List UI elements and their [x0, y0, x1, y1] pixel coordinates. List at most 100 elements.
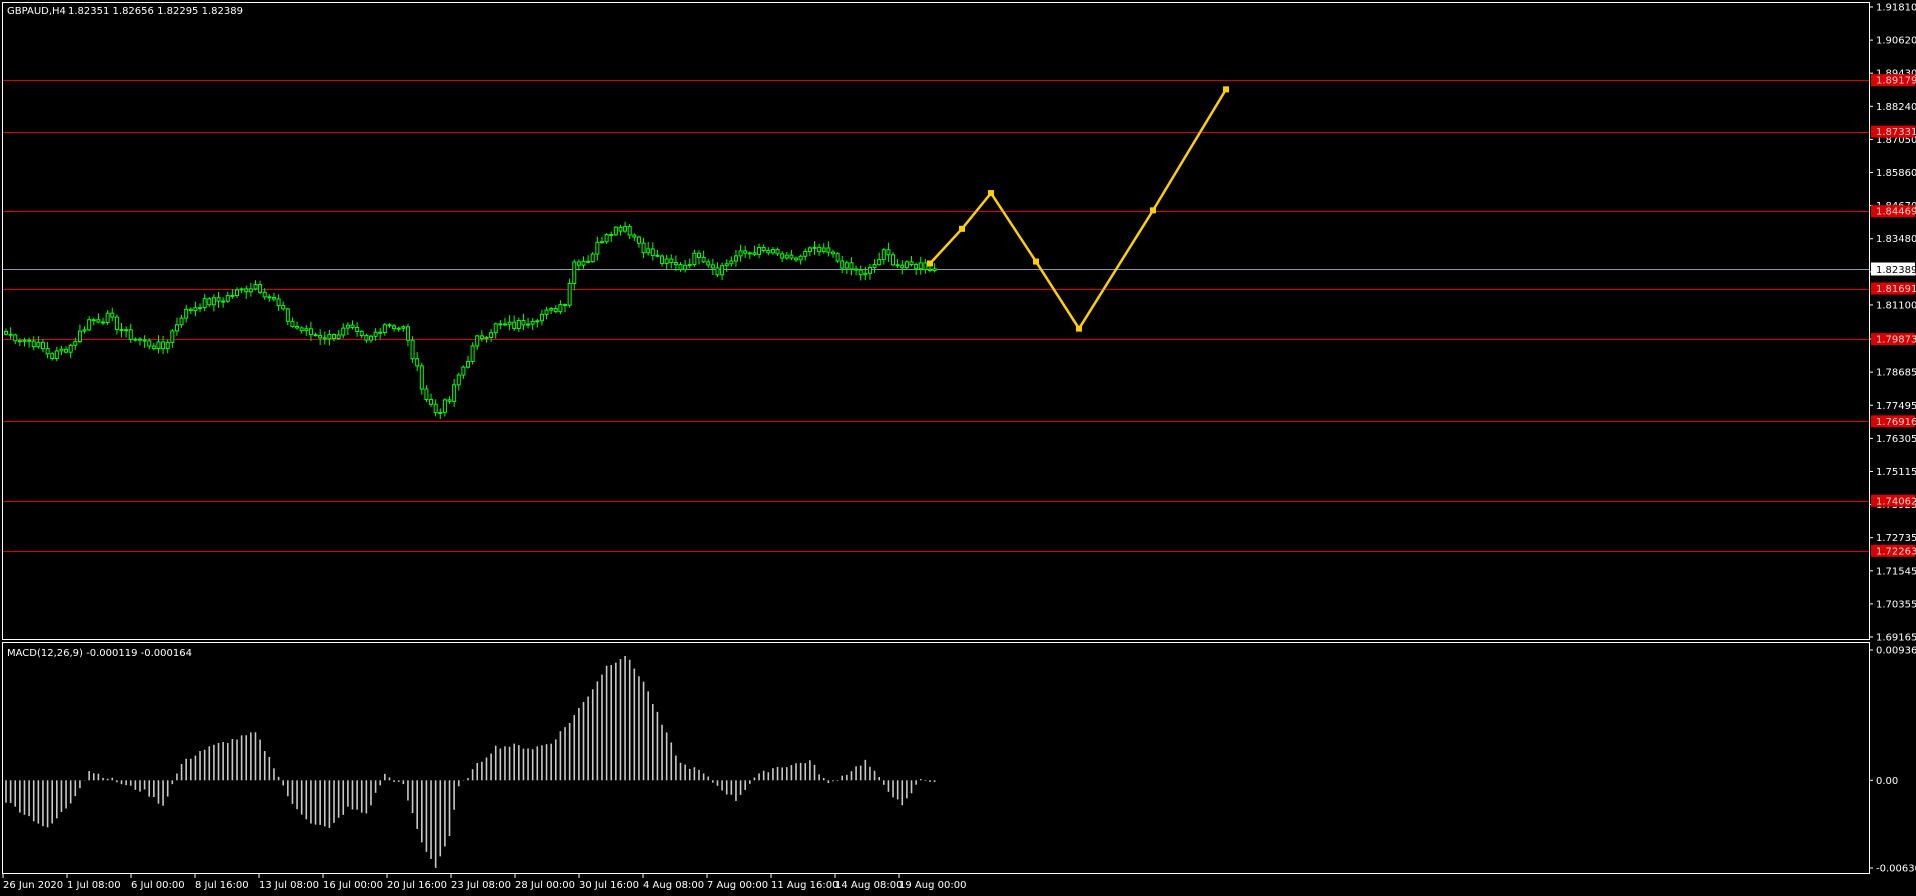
bear-candle-body — [119, 329, 124, 332]
forecast-point[interactable] — [1150, 207, 1156, 214]
price-tick-label: 1.78685 — [1876, 368, 1916, 379]
bull-candle-body — [729, 260, 734, 265]
forecast-point[interactable] — [927, 260, 933, 267]
bear-candle-body — [794, 257, 799, 261]
bear-candle-body — [281, 305, 286, 310]
bull-candle-body — [73, 341, 78, 346]
bull-candle-body — [133, 338, 138, 341]
bull-candle-body — [812, 246, 817, 249]
price-tick-label: 1.71545 — [1876, 566, 1916, 577]
bear-candle-body — [91, 319, 96, 322]
bear-candle-body — [364, 335, 369, 341]
bull-candle-body — [470, 345, 475, 362]
bear-candle-body — [271, 296, 276, 300]
bear-candle-body — [318, 334, 323, 339]
bull-candle-body — [558, 304, 563, 313]
level-price-tag-label: 1.72263 — [1876, 546, 1916, 557]
bull-candle-body — [567, 282, 572, 306]
forecast-point[interactable] — [1076, 325, 1082, 332]
time-tick-label: 1 Jul 08:00 — [67, 880, 121, 891]
bull-candle-body — [452, 384, 457, 402]
bear-candle-body — [128, 329, 133, 340]
bull-candle-body — [54, 350, 59, 360]
bull-candle-body — [664, 258, 669, 264]
bull-candle-body — [202, 298, 207, 309]
bear-candle-body — [780, 253, 785, 259]
bear-candle-body — [479, 335, 484, 340]
level-price-tag-label: 1.74062 — [1876, 496, 1916, 507]
price-tick-label: 1.81100 — [1876, 300, 1916, 311]
bear-candle-body — [498, 323, 503, 326]
bear-candle-body — [895, 264, 900, 267]
bear-candle-body — [378, 331, 383, 334]
bull-candle-body — [484, 336, 489, 340]
bear-candle-body — [710, 264, 715, 269]
bull-candle-body — [918, 262, 923, 270]
bear-candle-body — [50, 353, 55, 360]
bear-candle-body — [101, 321, 106, 324]
bear-candle-body — [586, 260, 591, 263]
level-price-tag-label: 1.87331 — [1876, 127, 1916, 138]
forecast-point[interactable] — [959, 225, 965, 232]
price-tick-label: 1.75115 — [1876, 467, 1916, 478]
level-price-tag-label: 1.89179 — [1876, 76, 1916, 87]
bear-candle-body — [350, 324, 355, 329]
bull-candle-body — [757, 247, 762, 255]
bear-candle-body — [45, 348, 50, 355]
forecast-point[interactable] — [988, 190, 994, 197]
bear-candle-body — [221, 300, 226, 303]
bull-candle-body — [493, 323, 498, 334]
price-tick-label: 1.91810 — [1876, 3, 1916, 14]
bull-candle-body — [872, 264, 877, 268]
bull-candle-body — [253, 284, 258, 290]
level-price-tag-label: 1.84469 — [1876, 207, 1916, 218]
bear-candle-body — [64, 348, 69, 353]
bear-candle-body — [673, 262, 678, 266]
macd-tick-label: 0.009368 — [1876, 646, 1916, 657]
bull-candle-body — [803, 251, 808, 257]
bull-candle-body — [368, 335, 373, 341]
bear-candle-body — [678, 264, 683, 271]
bear-candle-body — [285, 308, 290, 322]
forecast-point[interactable] — [1223, 86, 1229, 93]
bull-candle-body — [170, 330, 175, 343]
bear-candle-body — [410, 339, 415, 360]
time-tick-label: 16 Jul 00:00 — [323, 880, 383, 891]
bear-candle-body — [891, 254, 896, 266]
bull-candle-body — [613, 226, 618, 236]
trading-chart[interactable]: GBPAUD,H4 1.82351 1.82656 1.82295 1.8238… — [0, 0, 1916, 896]
bull-candle-body — [248, 288, 253, 293]
bull-candle-body — [438, 411, 443, 414]
bear-candle-body — [188, 308, 193, 312]
bull-candle-body — [105, 312, 110, 324]
level-price-tag-label: 1.79873 — [1876, 335, 1916, 346]
bull-candle-body — [198, 307, 203, 310]
bull-candle-body — [724, 263, 729, 267]
candle — [410, 336, 415, 363]
macd-tick-label: -0.006304 — [1876, 864, 1916, 875]
bear-candle-body — [553, 308, 558, 313]
price-tick-label: 1.77495 — [1876, 401, 1916, 412]
bull-candle-body — [466, 360, 470, 368]
bull-candle-body — [336, 334, 341, 339]
bear-candle-body — [151, 345, 156, 350]
level-price-tag-label: 1.81691 — [1876, 284, 1916, 295]
time-tick-label: 6 Jul 00:00 — [131, 880, 185, 891]
bull-candle-body — [599, 241, 604, 244]
candle — [613, 226, 618, 236]
bear-candle-body — [502, 323, 507, 326]
price-tick-label: 1.76305 — [1876, 434, 1916, 445]
bull-candle-body — [456, 374, 461, 386]
bull-candle-body — [530, 321, 535, 325]
bull-candle-body — [225, 295, 230, 302]
forecast-point[interactable] — [1033, 258, 1039, 265]
bear-candle-body — [752, 252, 757, 255]
bull-candle-body — [507, 321, 512, 325]
price-tick-label: 1.83480 — [1876, 234, 1916, 245]
time-tick-label: 13 Jul 08:00 — [259, 880, 319, 891]
bull-candle-body — [516, 320, 521, 329]
bear-candle-body — [161, 341, 166, 350]
bull-candle-body — [230, 294, 235, 297]
bear-candle-body — [766, 250, 771, 254]
bull-candle-body — [770, 249, 775, 254]
